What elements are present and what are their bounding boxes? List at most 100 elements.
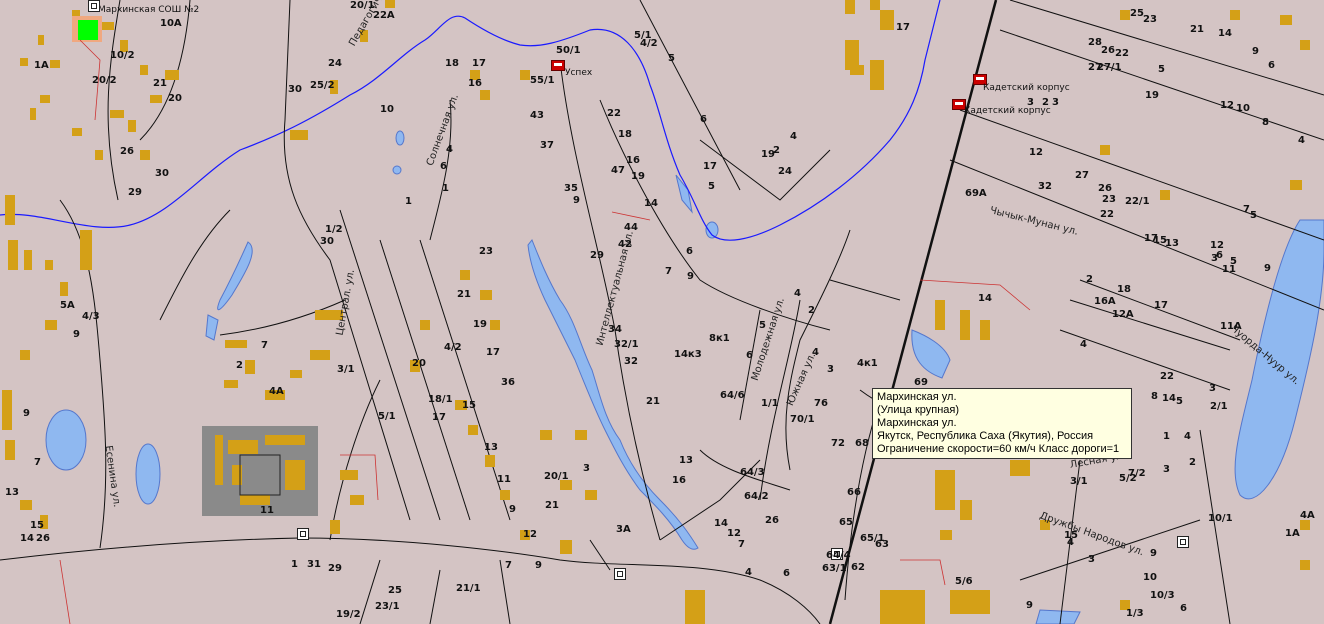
house-number: 4/3: [82, 311, 100, 322]
house-number: 62: [851, 562, 865, 573]
tooltip-line-3: Мархинская ул.: [877, 417, 957, 429]
house-number: 4/2: [640, 38, 658, 49]
house-number: 69: [914, 377, 928, 388]
house-number: 10: [1236, 103, 1250, 114]
place-school[interactable]: Мархинская СОШ №2: [98, 5, 199, 15]
building-icon-3[interactable]: [1177, 536, 1189, 548]
house-number: 7: [738, 539, 745, 550]
house-number: 19: [473, 319, 487, 330]
house-number: 17: [486, 347, 500, 358]
house-number: 2: [236, 360, 243, 371]
house-number: 10: [1143, 572, 1157, 583]
house-number: 11: [260, 505, 274, 516]
house-number: 43: [530, 110, 544, 121]
school-icon[interactable]: [88, 0, 100, 12]
bus-stop-icon-uspekh[interactable]: [551, 60, 565, 71]
house-number: 4А: [269, 386, 284, 397]
house-number: 7: [1243, 204, 1250, 215]
house-number: 5: [759, 320, 766, 331]
house-number: 13: [679, 455, 693, 466]
house-number: 55/1: [530, 75, 555, 86]
house-number: 1: [405, 196, 412, 207]
house-number: 6: [783, 568, 790, 579]
house-number: 19: [631, 171, 645, 182]
house-number: 18: [445, 58, 459, 69]
map-tooltip: Мархинская ул. (Улица крупная) Мархинска…: [872, 388, 1132, 459]
house-number: 66: [847, 487, 861, 498]
house-number: 76: [814, 398, 828, 409]
house-number: 19/2: [336, 609, 361, 620]
place-cadet-1[interactable]: Кадетский корпус: [983, 83, 1070, 93]
house-number: 32: [624, 356, 638, 367]
house-number: 9: [687, 271, 694, 282]
house-number: 1/3: [1126, 608, 1144, 619]
house-number: 3/1: [1070, 476, 1088, 487]
house-number: 6: [1268, 60, 1275, 71]
house-number: 3: [1052, 97, 1059, 108]
house-number: 14: [20, 533, 34, 544]
house-number: 16: [468, 78, 482, 89]
house-number: 26: [765, 515, 779, 526]
building-icon-2[interactable]: [614, 568, 626, 580]
map-view[interactable]: Мархинская СОШ №2 Успех Кадетский корпус…: [0, 0, 1324, 624]
house-number: 21: [646, 396, 660, 407]
house-number: 12: [1220, 100, 1234, 111]
house-number: 3: [1027, 97, 1034, 108]
house-number: 1: [291, 559, 298, 570]
house-number: 25: [1130, 8, 1144, 19]
house-number: 29: [128, 187, 142, 198]
place-uspekh[interactable]: Успех: [565, 68, 592, 78]
house-number: 6: [1180, 603, 1187, 614]
house-number: 5: [1176, 396, 1183, 407]
house-number: 63/1: [822, 563, 847, 574]
house-number: 30: [288, 84, 302, 95]
house-number: 2: [1086, 274, 1093, 285]
building-icon-1[interactable]: [297, 528, 309, 540]
house-number: 37: [540, 140, 554, 151]
house-number: 19: [761, 149, 775, 160]
house-number: 13: [484, 442, 498, 453]
house-number: 9: [535, 560, 542, 571]
house-number: 69А: [965, 188, 987, 199]
house-number: 4: [745, 567, 752, 578]
house-number: 64/2: [744, 491, 769, 502]
house-number: 23: [479, 246, 493, 257]
house-number: 64/3: [740, 467, 765, 478]
house-number: 9: [23, 408, 30, 419]
house-number: 23/1: [375, 601, 400, 612]
house-number: 10/2: [110, 50, 135, 61]
house-number: 14: [1218, 28, 1232, 39]
house-number: 21/1: [456, 583, 481, 594]
house-number: 14: [714, 518, 728, 529]
house-number: 70/1: [790, 414, 815, 425]
house-number: 30: [155, 168, 169, 179]
road-major-rail: [828, 0, 998, 624]
house-number: 8: [1262, 117, 1269, 128]
house-number: 5/2: [1119, 473, 1137, 484]
house-number: 26: [1098, 183, 1112, 194]
house-number: 15: [1064, 530, 1078, 541]
house-number: 7: [505, 560, 512, 571]
tooltip-line-4: Якутск, Республика Саха (Якутия), Россия: [877, 430, 1094, 442]
house-number: 5: [1158, 64, 1165, 75]
house-number: 8к1: [709, 333, 730, 344]
house-number: 20/2: [92, 75, 117, 86]
house-number: 44: [624, 222, 638, 233]
house-number: 8: [1151, 391, 1158, 402]
house-number: 9: [1264, 263, 1271, 274]
house-number: 9: [573, 195, 580, 206]
house-number: 2: [808, 305, 815, 316]
house-number: 19: [1145, 90, 1159, 101]
house-number: 21: [1190, 24, 1204, 35]
house-number: 11А: [1220, 321, 1242, 332]
house-number: 65: [839, 517, 853, 528]
place-cadet-2[interactable]: Кадетский корпус: [964, 106, 1051, 116]
house-number: 18/1: [428, 394, 453, 405]
house-number: 1А: [34, 60, 49, 71]
house-number: 3: [583, 463, 590, 474]
house-number: 12: [727, 528, 741, 539]
house-number: 3: [1211, 253, 1218, 264]
house-number: 17: [472, 58, 486, 69]
house-number: 9: [73, 329, 80, 340]
house-number: 50/1: [556, 45, 581, 56]
